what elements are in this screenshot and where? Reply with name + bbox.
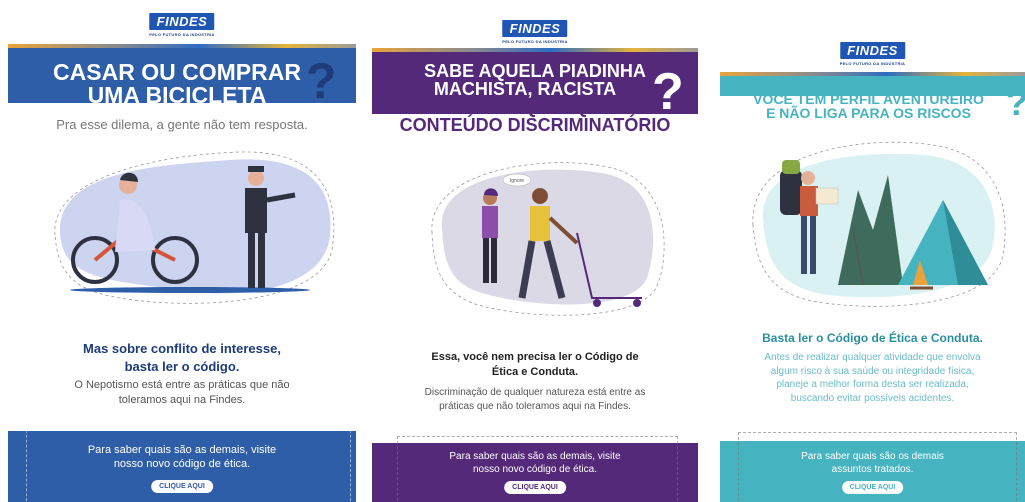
body-line: buscando evitar possíveis acidentes.: [790, 392, 955, 404]
question-mark: ?: [652, 63, 684, 121]
headline-line: CONTEÚDO DISCRIMINATÓRIO: [399, 115, 671, 135]
body-line: Antes de realizar qualquer atividade que…: [764, 352, 981, 363]
body-line: toleramos aqui na Findes.: [118, 394, 246, 407]
footer-cta: Para saber quais são as demais, visite n…: [372, 436, 698, 502]
headline: CASAR OU COMPRAR UMA BICICLETA: [38, 61, 316, 107]
headline-line: OU COM QUALQUER: [444, 97, 626, 117]
headline-line: CASAR OU COMPRAR: [53, 59, 301, 85]
illustration-woman-and-man-with-cart: Ignore: [431, 162, 665, 316]
headline-line: MACHISTA, RACISTA: [433, 79, 617, 99]
footer-line: Para saber quais são os demais: [801, 451, 944, 462]
highlight-text: Essa, você nem precisa ler o Código de É…: [372, 350, 698, 380]
ad-panel-conflict-of-interest: FINDES PELO FUTURO DA INDÚSTRIA CASAR OU…: [8, 0, 356, 502]
body-line: O Nepotismo está entre as práticas que n…: [74, 379, 290, 391]
headline-line: SABE AQUELA PIADINHA: [424, 61, 646, 81]
footer-text: Para saber quais são as demais, visite n…: [372, 450, 698, 476]
highlight-line: basta ler o código.: [124, 358, 240, 374]
body-text: O Nepotismo está entre as práticas que n…: [8, 378, 356, 409]
headline: SABE AQUELA PIADINHA MACHISTA, RACISTA O…: [372, 62, 698, 134]
footer-line: nosso novo código de ética.: [113, 458, 251, 471]
findes-logo: FINDES PELO FUTURO DA INDÚSTRIA: [502, 20, 568, 44]
body-line: algum risco à sua saúde ou integridade f…: [770, 365, 975, 377]
logo-tagline: PELO FUTURO DA INDÚSTRIA: [502, 39, 568, 44]
clique-aqui-button[interactable]: CLIQUE AQUI: [504, 481, 566, 494]
headline-line: VOCÊ TEM PERFIL AVENTUREIRO: [753, 91, 984, 107]
logo-brand: FINDES: [502, 20, 568, 37]
footer-line: Para saber quais são as demais, visite: [449, 451, 621, 462]
logo-brand: FINDES: [840, 42, 905, 59]
ad-panel-discrimination: FINDES PELO FUTURO DA INDÚSTRIA SABE AQU…: [372, 0, 698, 502]
footer-line: assuntos tratados.: [831, 464, 914, 475]
headline-line: E NÃO LIGA PARA OS RISCOS: [766, 105, 971, 121]
body-line: práticas que não toleramos aqui na Finde…: [439, 401, 631, 412]
question-mark: ?: [306, 53, 337, 109]
footer-cta: Para saber quais são os demais assuntos …: [720, 432, 1025, 502]
ad-panel-adventure-risk: FINDES PELO FUTURO DA INDÚSTRIA VOCÊ TEM…: [720, 0, 1025, 502]
highlight-line: Basta ler o Código de Ética e Conduta.: [762, 331, 983, 345]
highlight-text: Basta ler o Código de Ética e Conduta.: [720, 331, 1025, 345]
clique-aqui-button[interactable]: CLIQUE AQUI: [841, 481, 904, 494]
body-text: Antes de realizar qualquer atividade que…: [720, 351, 1025, 405]
headline-line: UMA BICICLETA: [87, 82, 267, 108]
question-mark: ?: [1006, 82, 1025, 124]
illustration-hiker-with-map-and-tent: [752, 141, 1006, 307]
findes-logo: FINDES PELO FUTURO DA INDÚSTRIA: [149, 13, 215, 37]
findes-logo: FINDES PELO FUTURO DA INDÚSTRIA: [840, 42, 906, 66]
logo-brand: FINDES: [149, 13, 215, 30]
footer-text: Para saber quais são os demais assuntos …: [720, 450, 1025, 476]
footer-cta: Para saber quais são as demais, visite n…: [8, 425, 356, 502]
highlight-text: Mas sobre conflito de interesse, basta l…: [8, 340, 356, 375]
logo-tagline: PELO FUTURO DA INDÚSTRIA: [149, 32, 215, 37]
body-line: Discriminação de qualquer natureza está …: [424, 387, 646, 398]
illustration-bride-on-bicycle-and-groom: [54, 151, 335, 304]
body-line: planeje a melhor forma desta ser realiza…: [776, 379, 969, 390]
speech-bubble-text: Ignore: [510, 178, 524, 184]
body-text: Discriminação de qualquer natureza está …: [372, 386, 698, 414]
headline: VOCÊ TEM PERFIL AVENTUREIRO E NÃO LIGA P…: [720, 92, 1017, 120]
highlight-line: Essa, você nem precisa ler o Código de: [431, 351, 639, 363]
logo-tagline: PELO FUTURO DA INDÚSTRIA: [839, 61, 906, 66]
highlight-line: Ética e Conduta.: [491, 365, 579, 378]
highlight-line: Mas sobre conflito de interesse,: [83, 341, 281, 356]
footer-text: Para saber quais são as demais, visite n…: [8, 443, 356, 472]
footer-line: Para saber quais são as demais, visite: [87, 444, 277, 456]
subtitle: Pra esse dilema, a gente não tem respost…: [56, 117, 308, 132]
clique-aqui-button[interactable]: CLIQUE AQUI: [151, 480, 213, 493]
footer-line: nosso novo código de ética.: [473, 464, 597, 475]
